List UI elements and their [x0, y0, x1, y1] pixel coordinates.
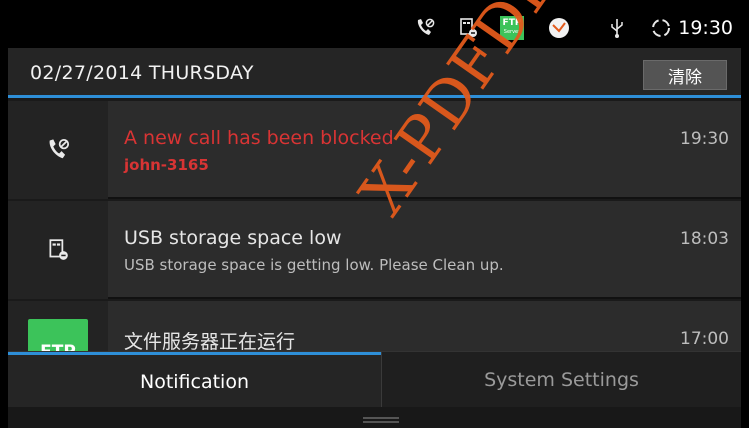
- notification-subtitle: john-3165: [124, 156, 209, 174]
- call-blocked-icon: [413, 16, 437, 40]
- drag-handle-icon: [363, 417, 399, 419]
- call-blocked-icon: [8, 101, 108, 199]
- notification-title: A new call has been blocked: [124, 127, 394, 149]
- tab-system-settings[interactable]: System Settings: [381, 352, 741, 408]
- ftp-server-icon: FTP: [8, 301, 108, 355]
- notification-item-ftp-server[interactable]: FTP 文件服务器正在运行 17:00: [8, 301, 741, 355]
- notification-list: A new call has been blocked john-3165 19…: [8, 101, 741, 355]
- date-label: 02/27/2014 THURSDAY: [30, 62, 254, 84]
- status-bar: FTP Server 19:30: [8, 8, 741, 48]
- notification-subtitle: USB storage space is getting low. Please…: [124, 256, 504, 274]
- sync-icon: [649, 16, 673, 40]
- ftp-status-sublabel: Server: [503, 29, 521, 35]
- storage-low-icon: [456, 16, 480, 40]
- notification-time: 18:03: [680, 229, 729, 249]
- ftp-server-icon: FTP Server: [500, 16, 524, 40]
- storage-low-icon: [8, 201, 108, 299]
- clear-button[interactable]: 清除: [643, 60, 727, 90]
- usb-icon: [606, 16, 628, 40]
- ftp-badge: FTP: [28, 319, 88, 355]
- notification-time: 19:30: [680, 129, 729, 149]
- notification-panel: FTP Server 19:30 02/27/2014 THURSDAY 清除 …: [8, 8, 741, 428]
- ftp-status-label: FTP: [502, 18, 522, 28]
- tab-notification[interactable]: Notification: [8, 352, 381, 408]
- notification-title: USB storage space low: [124, 227, 342, 249]
- app-icon: [546, 16, 572, 40]
- notification-title: 文件服务器正在运行: [124, 331, 296, 353]
- notification-item-storage-low[interactable]: USB storage space low USB storage space …: [8, 201, 741, 299]
- tab-bar: Notification System Settings: [8, 351, 741, 408]
- notification-time: 17:00: [680, 329, 729, 349]
- date-header: 02/27/2014 THURSDAY 清除: [8, 48, 741, 98]
- notification-item-call-blocked[interactable]: A new call has been blocked john-3165 19…: [8, 101, 741, 199]
- drag-handle[interactable]: [8, 407, 741, 428]
- status-time: 19:30: [678, 17, 733, 39]
